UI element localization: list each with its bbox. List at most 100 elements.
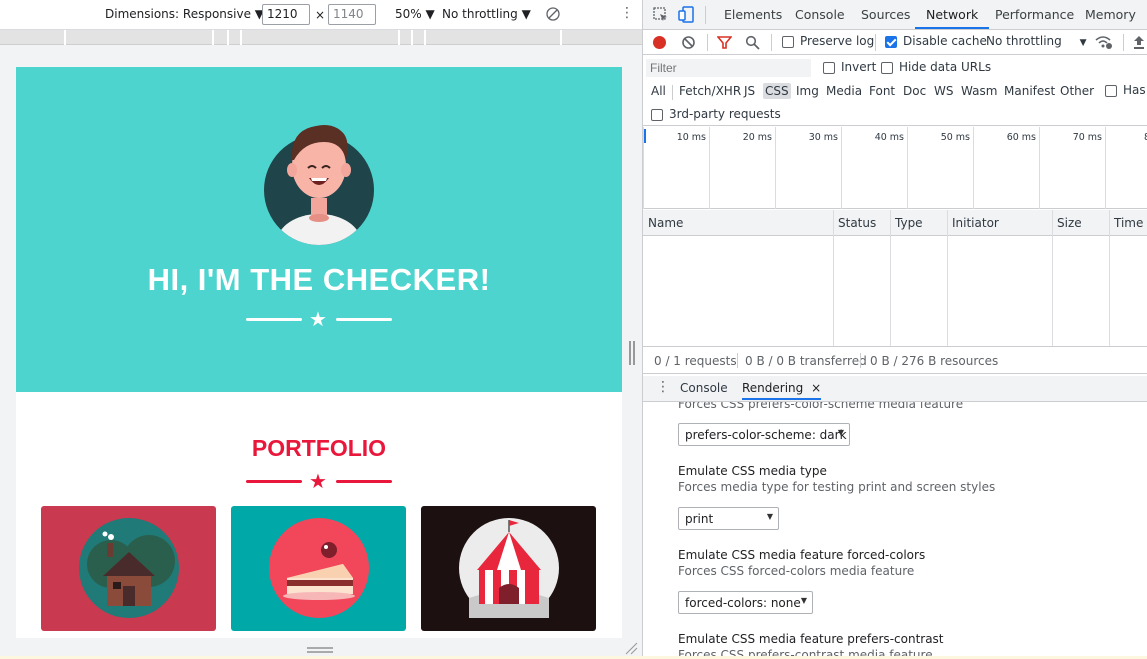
cake-icon xyxy=(269,518,369,618)
tab-elements[interactable]: Elements xyxy=(724,0,782,29)
inspect-element-icon[interactable] xyxy=(653,7,668,22)
hide-data-urls-label: Hide data URLs xyxy=(899,60,992,74)
forced-colors-value: forced-colors: none xyxy=(685,596,801,610)
forced-colors-title: Emulate CSS media feature forced-colors xyxy=(678,548,926,562)
transferred-size: 0 B / 0 B transferred xyxy=(745,354,867,368)
tab-console[interactable]: Console xyxy=(795,0,845,29)
hero-section: HI, I'M THE CHECKER! ★ xyxy=(16,67,622,392)
timeline-tick: 30 ms xyxy=(775,127,841,209)
preserve-log-checkbox[interactable] xyxy=(782,36,794,48)
filter-type-wasm[interactable]: Wasm xyxy=(959,83,999,99)
network-conditions-icon[interactable] xyxy=(1095,35,1113,50)
timeline-tick: 20 ms xyxy=(709,127,775,209)
filter-type-js[interactable]: JS xyxy=(742,83,757,99)
divider-line-left xyxy=(246,318,302,321)
column-size[interactable]: Size xyxy=(1052,210,1082,236)
search-icon[interactable] xyxy=(745,35,760,50)
devtools-tabbar: Elements Console Sources Network Perform… xyxy=(643,0,1147,30)
drawer-tabbar: ⋮ Console Rendering × xyxy=(643,376,1147,402)
filter-type-ws[interactable]: WS xyxy=(932,83,955,99)
dimensions-label: Dimensions: Responsive xyxy=(105,7,251,21)
avatar xyxy=(264,125,374,245)
portfolio-star-icon: ★ xyxy=(309,469,327,493)
dimension-separator: × xyxy=(315,8,326,22)
throttling-dropdown[interactable]: No throttling ▼ xyxy=(442,7,531,21)
hide-data-urls-checkbox[interactable] xyxy=(881,62,893,74)
portfolio-divider-left xyxy=(246,480,302,483)
color-scheme-select[interactable]: prefers-color-scheme: dark ▼ xyxy=(678,423,850,446)
filter-type-manifest[interactable]: Manifest xyxy=(1002,83,1057,99)
rotate-icon[interactable] xyxy=(546,7,560,21)
record-icon[interactable] xyxy=(652,35,667,50)
media-type-value: print xyxy=(685,512,714,526)
chevron-down-icon: ▼ xyxy=(800,596,807,605)
filter-type-font[interactable]: Font xyxy=(867,83,897,99)
media-query-ruler xyxy=(0,30,642,45)
filter-type-img[interactable]: Img xyxy=(794,83,821,99)
portfolio-tile-cabin[interactable] xyxy=(41,506,216,631)
timeline-tick: 70 ms xyxy=(1039,127,1105,209)
filter-type-fetch-xhr[interactable]: Fetch/XHR xyxy=(677,83,743,99)
tab-performance[interactable]: Performance xyxy=(995,0,1074,29)
devtools-window: Dimensions: Responsive ▼ 1210 × 1140 50%… xyxy=(0,0,1147,659)
height-input[interactable]: 1140 xyxy=(328,4,376,25)
filter-type-media[interactable]: Media xyxy=(824,83,864,99)
device-toolbar-icon[interactable] xyxy=(678,6,694,23)
corner-resize-icon[interactable] xyxy=(624,641,638,655)
chevron-down-icon: ▼ xyxy=(766,512,773,521)
filter-icon[interactable] xyxy=(717,35,732,50)
third-party-label: 3rd-party requests xyxy=(669,107,781,121)
network-throttling-dropdown[interactable]: No throttling ▼ xyxy=(986,34,1087,48)
drawer-tab-rendering-label: Rendering xyxy=(742,381,804,395)
column-time[interactable]: Time xyxy=(1109,210,1143,236)
disable-cache-checkbox[interactable] xyxy=(885,36,897,48)
forced-colors-select[interactable]: forced-colors: none ▼ xyxy=(678,591,813,614)
third-party-checkbox[interactable] xyxy=(651,109,663,121)
tab-memory[interactable]: Memory xyxy=(1085,0,1136,29)
column-name[interactable]: Name xyxy=(643,210,683,236)
filter-type-doc[interactable]: Doc xyxy=(901,83,928,99)
tab-sources[interactable]: Sources xyxy=(861,0,910,29)
cabin-icon xyxy=(79,518,179,618)
timeline-tick: 40 ms xyxy=(841,127,907,209)
viewport-bottom-resize-handle[interactable] xyxy=(307,647,333,653)
color-scheme-value: prefers-color-scheme: dark xyxy=(685,428,847,442)
portfolio-tile-circus[interactable] xyxy=(421,506,596,631)
portfolio-tile-cake[interactable] xyxy=(231,506,406,631)
chevron-down-icon: ▼ xyxy=(837,428,844,437)
dimensions-dropdown[interactable]: Dimensions: Responsive ▼ xyxy=(105,7,264,21)
column-type[interactable]: Type xyxy=(890,210,923,236)
zoom-label: 50% xyxy=(395,7,422,21)
hero-title: HI, I'M THE CHECKER! xyxy=(147,262,491,297)
width-input[interactable]: 1210 xyxy=(262,4,310,25)
invert-checkbox[interactable] xyxy=(823,62,835,74)
filter-type-css[interactable]: CSS xyxy=(763,83,791,99)
circus-tent-icon xyxy=(459,518,559,618)
chevron-down-icon: ▼ xyxy=(1079,38,1087,48)
timeline-tick: 10 ms xyxy=(643,127,709,209)
tab-network[interactable]: Network xyxy=(915,0,990,29)
drawer-tab-console[interactable]: Console xyxy=(680,381,728,395)
viewport-side-resize-handle[interactable] xyxy=(629,341,635,365)
has-blocked-cookies-checkbox[interactable] xyxy=(1105,85,1117,97)
prefers-contrast-title: Emulate CSS media feature prefers-contra… xyxy=(678,632,944,646)
requests-table-header: Name Status Type Initiator Size Time xyxy=(643,210,1147,236)
close-icon[interactable]: × xyxy=(811,381,821,395)
filter-type-all[interactable]: All xyxy=(649,83,668,99)
drawer-tab-rendering[interactable]: Rendering × xyxy=(742,381,822,400)
drawer-menu-icon[interactable]: ⋮ xyxy=(656,379,670,395)
column-initiator[interactable]: Initiator xyxy=(947,210,999,236)
rendering-panel: Forces CSS prefers-color-scheme media fe… xyxy=(643,402,1147,659)
column-status[interactable]: Status xyxy=(833,210,876,236)
star-icon: ★ xyxy=(309,307,327,331)
more-options-icon[interactable]: ⋮ xyxy=(620,5,634,21)
import-har-icon[interactable] xyxy=(1132,35,1146,50)
color-scheme-description: Forces CSS prefers-color-scheme media fe… xyxy=(678,402,964,411)
timeline-tick: 60 ms xyxy=(973,127,1039,209)
clear-icon[interactable] xyxy=(681,35,696,50)
media-type-select[interactable]: print ▼ xyxy=(678,507,779,530)
filter-input[interactable] xyxy=(646,59,811,77)
filter-type-other[interactable]: Other xyxy=(1058,83,1096,99)
zoom-dropdown[interactable]: 50% ▼ xyxy=(395,7,435,21)
devtools-panel: Elements Console Sources Network Perform… xyxy=(642,0,1147,659)
